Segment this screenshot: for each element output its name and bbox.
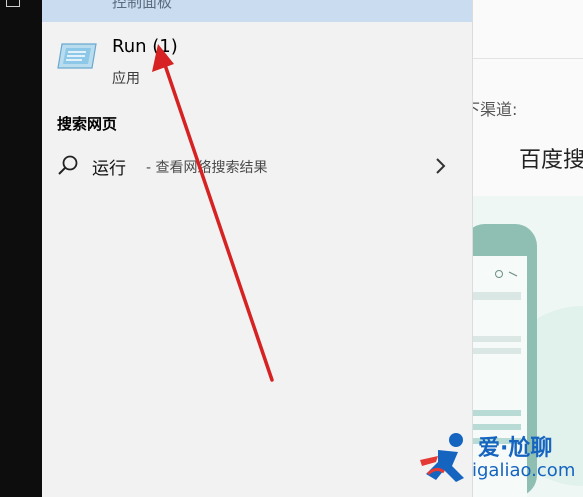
- web-search-query: 运行: [92, 159, 126, 179]
- watermark-url: igaliao.com: [472, 460, 576, 481]
- app-title: Run (1): [112, 36, 178, 57]
- web-search-hint: - 查看网络搜索结果: [146, 160, 268, 176]
- web-section-heading: 搜索网页: [57, 115, 118, 133]
- best-match-run[interactable]: Run (1) 应用: [42, 22, 472, 102]
- preview-panel: 下渠道: 百度搜: [472, 0, 583, 497]
- chevron-right-icon[interactable]: [434, 156, 446, 176]
- selected-result-item[interactable]: 控制面板: [42, 0, 472, 22]
- web-search-result[interactable]: 运行 - 查看网络搜索结果: [42, 144, 472, 188]
- watermark-logo: 爱·尬聊 igaliao.com: [418, 428, 578, 492]
- run-app-icon: [56, 40, 98, 72]
- search-icon: [56, 154, 80, 178]
- preview-divider: [473, 58, 583, 59]
- window-glyph-icon: [6, 0, 20, 7]
- taskbar: [0, 0, 42, 497]
- selected-result-label: 控制面板: [112, 0, 173, 11]
- search-results-panel: 控制面板 Run (1) 应用 搜索网页 运行 - 查看网络搜索结果: [42, 0, 472, 497]
- channel-label: 下渠道:: [473, 100, 518, 119]
- watermark-name: 爱·尬聊: [478, 436, 553, 461]
- app-type-label: 应用: [112, 71, 140, 87]
- runner-logo-icon: [420, 433, 464, 482]
- preview-title: 百度搜: [519, 148, 583, 173]
